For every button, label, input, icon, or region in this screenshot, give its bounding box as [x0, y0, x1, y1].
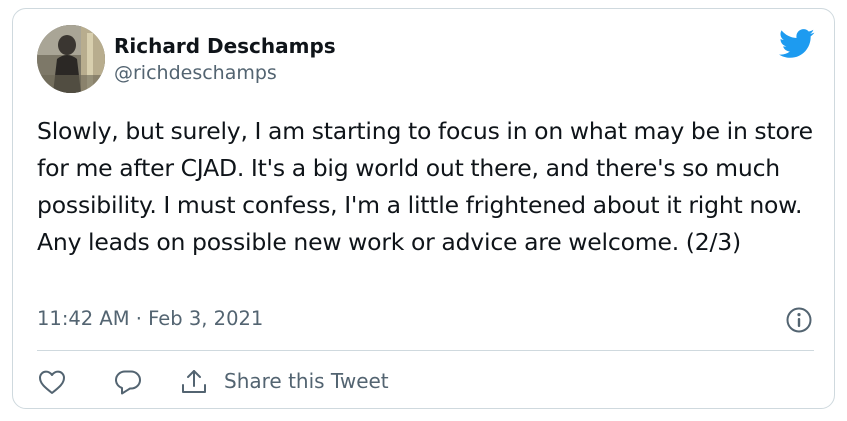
- author-avatar[interactable]: [37, 25, 105, 93]
- tweet-card: Richard Deschamps @richdeschamps Slowly,…: [12, 8, 835, 409]
- reply-bubble-icon[interactable]: [113, 368, 143, 396]
- author-handle[interactable]: @richdeschamps: [114, 62, 277, 84]
- info-icon[interactable]: [785, 306, 813, 334]
- tweet-text: Slowly, but surely, I am starting to foc…: [37, 117, 813, 256]
- heart-icon[interactable]: [37, 368, 67, 396]
- share-upload-icon[interactable]: [179, 368, 209, 396]
- twitter-bird-icon[interactable]: [779, 29, 815, 59]
- tweet-timestamp[interactable]: 11:42 AM · Feb 3, 2021: [37, 307, 263, 330]
- author-name[interactable]: Richard Deschamps: [114, 34, 336, 58]
- share-tweet-button[interactable]: Share this Tweet: [224, 369, 389, 393]
- divider: [37, 350, 814, 351]
- avatar-photo: [37, 25, 105, 93]
